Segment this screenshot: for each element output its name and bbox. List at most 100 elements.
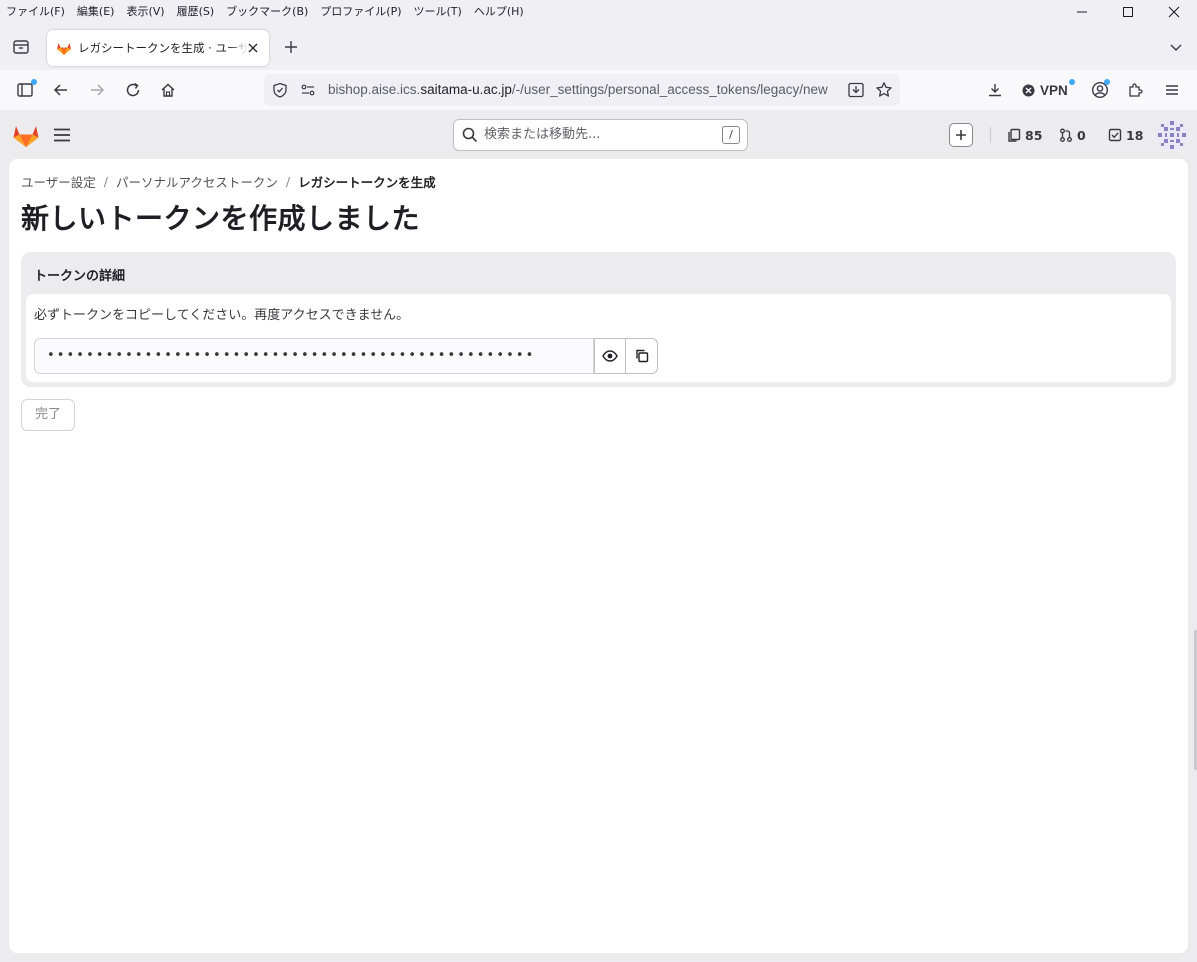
merge-request-icon bbox=[1060, 128, 1072, 142]
plus-icon bbox=[285, 41, 297, 53]
search-icon bbox=[462, 127, 478, 143]
site-permissions-icon[interactable] bbox=[298, 80, 318, 100]
hamburger-icon bbox=[1166, 85, 1178, 95]
download-icon bbox=[989, 84, 1001, 97]
tab-list-icon bbox=[13, 40, 29, 54]
tab-close-button[interactable] bbox=[245, 40, 261, 56]
copy-warning-message: 必ずトークンをコピーしてください。再度アクセスできません。 bbox=[34, 308, 410, 323]
breadcrumb-separator: / bbox=[103, 174, 108, 189]
gitlab-favicon-icon bbox=[57, 43, 71, 55]
gitlab-topbar: 検索または移動先... / 85 0 18 bbox=[0, 110, 1197, 160]
card-body: 必ずトークンをコピーしてください。再度アクセスできません。 ••••••••••… bbox=[26, 294, 1171, 382]
breadcrumb-user-settings[interactable]: ユーザー設定 bbox=[21, 172, 96, 191]
window-menubar: ファイル(F) 編集(E) 表示(V) 履歴(S) ブックマーク(B) プロファ… bbox=[0, 0, 1197, 24]
sidebar-toggle-button[interactable] bbox=[12, 77, 38, 103]
todo-check-icon bbox=[1108, 128, 1122, 142]
maximize-button[interactable] bbox=[1105, 0, 1151, 24]
account-button[interactable] bbox=[1087, 77, 1113, 103]
token-field-group: ••••••••••••••••••••••••••••••••••••••••… bbox=[34, 338, 658, 374]
app-menu-button[interactable] bbox=[1159, 77, 1185, 103]
tab-strip: レガシートークンを生成 · ユーザー設定 · GitLab bbox=[0, 24, 1197, 70]
eye-icon bbox=[602, 350, 618, 362]
done-button[interactable]: 完了 bbox=[21, 399, 75, 431]
minimize-icon bbox=[1077, 11, 1087, 13]
merge-requests-count: 0 bbox=[1077, 127, 1086, 143]
identicon-avatar-icon bbox=[1156, 119, 1188, 151]
merge-requests-counter[interactable]: 0 bbox=[1059, 125, 1086, 145]
breadcrumb: ユーザー設定 / パーソナルアクセストークン / レガシートークンを生成 bbox=[21, 172, 436, 191]
maximize-icon bbox=[1123, 7, 1133, 17]
search-shortcut-key: / bbox=[722, 126, 740, 144]
topbar-divider bbox=[990, 127, 991, 143]
reload-button[interactable] bbox=[120, 77, 146, 103]
menu-bookmarks[interactable]: ブックマーク(B) bbox=[220, 1, 314, 23]
todos-count: 18 bbox=[1126, 127, 1144, 143]
card-header: トークンの詳細 bbox=[34, 269, 126, 284]
main-content-panel: ユーザー設定 / パーソナルアクセストークン / レガシートークンを生成 新しい… bbox=[9, 159, 1188, 953]
notification-dot bbox=[31, 79, 37, 85]
url-host: saitama-u.ac.jp bbox=[420, 82, 512, 97]
close-icon bbox=[248, 43, 258, 53]
extensions-button[interactable] bbox=[1123, 77, 1149, 103]
close-icon bbox=[1168, 6, 1180, 18]
token-value-field[interactable]: ••••••••••••••••••••••••••••••••••••••••… bbox=[34, 338, 594, 374]
menu-file[interactable]: ファイル(F) bbox=[0, 1, 71, 23]
menu-profiles[interactable]: プロファイル(P) bbox=[314, 1, 407, 23]
window-controls bbox=[1059, 0, 1197, 24]
minimize-button[interactable] bbox=[1059, 0, 1105, 24]
reload-icon bbox=[126, 82, 140, 97]
tab-title: レガシートークンを生成 · ユーザー設定 · GitLab bbox=[78, 41, 248, 55]
menu-help[interactable]: ヘルプ(H) bbox=[468, 1, 530, 23]
token-details-card: トークンの詳細 必ずトークンをコピーしてください。再度アクセスできません。 ••… bbox=[21, 252, 1176, 387]
user-avatar[interactable] bbox=[1156, 119, 1188, 151]
issues-count: 85 bbox=[1025, 127, 1043, 143]
todos-counter[interactable]: 18 bbox=[1108, 125, 1143, 145]
page-viewport: 検索または移動先... / 85 0 18 ユーザー設定 / パーソナルアクセス… bbox=[0, 110, 1197, 962]
forward-button[interactable] bbox=[84, 77, 110, 103]
close-window-button[interactable] bbox=[1151, 0, 1197, 24]
menu-history[interactable]: 履歴(S) bbox=[171, 1, 221, 23]
breadcrumb-current-page[interactable]: レガシートークンを生成 bbox=[298, 172, 436, 191]
navigation-toolbar: bishop.aise.ics.saitama-u.ac.jp/-/user_s… bbox=[0, 70, 1197, 110]
url-path: /-/user_settings/personal_access_tokens/… bbox=[511, 82, 828, 97]
save-page-icon[interactable] bbox=[846, 80, 866, 100]
downloads-button[interactable] bbox=[982, 77, 1008, 103]
home-button[interactable] bbox=[155, 77, 181, 103]
browser-tab-active[interactable]: レガシートークンを生成 · ユーザー設定 · GitLab bbox=[47, 30, 269, 66]
breadcrumb-separator: / bbox=[285, 174, 291, 189]
menu-edit[interactable]: 編集(E) bbox=[71, 1, 121, 23]
issues-counter[interactable]: 85 bbox=[1007, 125, 1042, 145]
vpn-button[interactable]: VPN bbox=[1022, 77, 1075, 103]
create-new-button[interactable] bbox=[949, 123, 973, 147]
gitlab-logo-icon[interactable] bbox=[12, 122, 40, 148]
tab-list-button[interactable] bbox=[8, 34, 34, 60]
vpn-off-icon bbox=[1022, 84, 1035, 96]
shield-icon[interactable] bbox=[270, 80, 290, 100]
chevron-down-icon bbox=[1170, 44, 1182, 51]
reveal-token-button[interactable] bbox=[594, 338, 626, 374]
menu-tools[interactable]: ツール(T) bbox=[408, 1, 468, 23]
puzzle-icon bbox=[1129, 83, 1143, 97]
new-tab-button[interactable] bbox=[280, 36, 302, 58]
url-text[interactable]: bishop.aise.ics.saitama-u.ac.jp/-/user_s… bbox=[328, 74, 828, 106]
search-placeholder: 検索または移動先... bbox=[484, 127, 601, 142]
menu-view[interactable]: 表示(V) bbox=[120, 1, 170, 23]
url-prefix: bishop.aise.ics. bbox=[328, 82, 421, 97]
tab-overflow-button[interactable] bbox=[1167, 38, 1185, 56]
copy-token-button[interactable] bbox=[626, 338, 658, 374]
url-bar[interactable]: bishop.aise.ics.saitama-u.ac.jp/-/user_s… bbox=[264, 74, 900, 106]
issues-icon bbox=[1008, 128, 1021, 142]
search-input[interactable]: 検索または移動先... / bbox=[453, 119, 748, 151]
back-button[interactable] bbox=[48, 77, 74, 103]
notification-dot bbox=[1104, 79, 1110, 85]
breadcrumb-personal-access-tokens[interactable]: パーソナルアクセストークン bbox=[116, 172, 278, 191]
arrow-right-icon bbox=[91, 84, 105, 96]
bookmark-star-icon[interactable] bbox=[874, 80, 894, 100]
notification-dot bbox=[1069, 79, 1075, 85]
page-title: 新しいトークンを作成しました bbox=[21, 202, 421, 235]
arrow-left-icon bbox=[53, 84, 67, 96]
sidebar-menu-icon[interactable] bbox=[52, 126, 72, 144]
plus-icon bbox=[956, 130, 966, 140]
vpn-label: VPN bbox=[1040, 82, 1068, 98]
copy-icon bbox=[635, 349, 648, 363]
